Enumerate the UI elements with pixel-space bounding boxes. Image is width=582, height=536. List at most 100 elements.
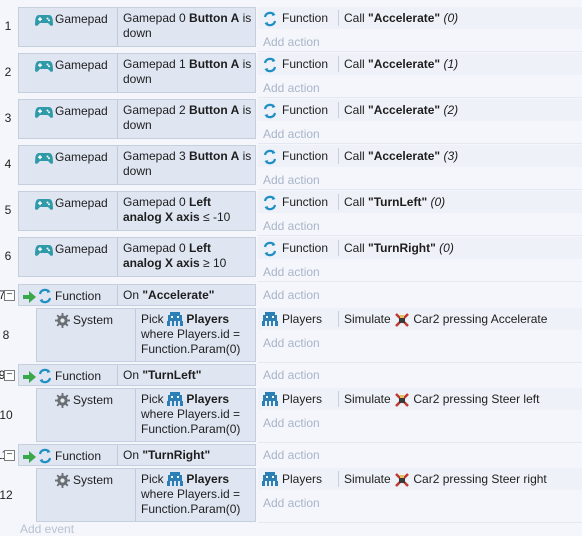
add-event-link[interactable]: Add event <box>20 522 74 536</box>
add-action-link[interactable]: Add action <box>263 81 320 95</box>
action-text: Call "Accelerate" (1) <box>344 57 459 71</box>
action-object-name: Players <box>282 312 323 326</box>
condition-object-name: Gamepad <box>55 242 108 256</box>
function-trigger-condition[interactable]: Function On "Accelerate" <box>18 284 256 306</box>
condition-text: On "Accelerate" <box>123 288 215 302</box>
condition-block[interactable]: Gamepad Gamepad 0 Left analog X axis ≥ 1… <box>18 237 256 277</box>
action-row[interactable]: Players Simulate Car2 pressing Steer lef… <box>258 388 582 410</box>
action-row[interactable]: Function Call "Accelerate" (0) <box>258 7 582 29</box>
event-row: 3 Gamepad Gamepad 2 Button A is down Fun… <box>0 99 582 144</box>
add-action-link[interactable]: Add action <box>263 173 320 187</box>
function-event: 7 − Function On "Accelerate" Add action … <box>0 284 582 364</box>
condition-text: Pick Players where Players.id = Function… <box>141 472 241 517</box>
condition-object-name: System <box>73 473 114 487</box>
add-action-link[interactable]: Add action <box>263 265 320 279</box>
function-icon <box>263 195 277 211</box>
sprite-icon <box>167 312 184 327</box>
event-row: 6 Gamepad Gamepad 0 Left analog X axis ≥… <box>0 237 582 282</box>
add-action-link[interactable]: Add action <box>263 35 320 49</box>
event-number: 3 <box>4 111 12 125</box>
condition-text: On "TurnRight" <box>123 448 211 462</box>
add-action-link[interactable]: Add action <box>263 448 320 462</box>
event-row: 1 Gamepad Gamepad 0 Button A is down Fun… <box>0 7 582 52</box>
action-text: Simulate Car2 pressing Accelerate <box>344 312 548 327</box>
condition-block[interactable]: Gamepad Gamepad 3 Button A is down <box>18 145 256 185</box>
condition-text: Gamepad 1 Button A is down <box>123 57 252 86</box>
action-text: Call "Accelerate" (0) <box>344 11 459 25</box>
function-trigger-condition[interactable]: Function On "TurnLeft" <box>18 364 256 386</box>
add-action-link[interactable]: Add action <box>263 288 320 302</box>
function-icon <box>263 103 277 119</box>
sub-event-number: 12 <box>0 488 13 502</box>
sub-event-number: 8 <box>2 328 10 342</box>
sprite-icon <box>167 472 184 487</box>
action-row[interactable]: Function Call "TurnRight" (0) <box>258 237 582 259</box>
condition-block[interactable]: Gamepad Gamepad 0 Button A is down <box>18 7 256 47</box>
condition-text: Gamepad 3 Button A is down <box>123 149 252 178</box>
action-row[interactable]: Function Call "TurnLeft" (0) <box>258 191 582 213</box>
function-event: 11 − Function On "TurnRight" Add action … <box>0 444 582 524</box>
function-icon <box>38 368 52 384</box>
function-trigger-condition[interactable]: Function On "TurnRight" <box>18 444 256 466</box>
gear-icon <box>55 393 70 409</box>
action-text: Simulate Car2 pressing Steer left <box>344 392 540 407</box>
sub-event-number: 10 <box>0 408 13 422</box>
function-icon <box>263 11 277 27</box>
action-object-name: Function <box>282 103 329 118</box>
condition-text: Gamepad 0 Left analog X axis ≤ -10 <box>123 195 231 224</box>
green-arrow-icon <box>23 290 36 303</box>
sub-event-condition[interactable]: System Pick Players where Players.id = F… <box>36 308 256 362</box>
action-text: Call "Accelerate" (2) <box>344 103 459 117</box>
gamepad-icon <box>35 14 53 26</box>
action-object-name: Function <box>282 11 329 26</box>
add-action-link[interactable]: Add action <box>263 416 320 430</box>
gamepad-icon <box>35 152 53 164</box>
condition-text: Pick Players where Players.id = Function… <box>141 312 241 357</box>
sub-event-condition[interactable]: System Pick Players where Players.id = F… <box>36 388 256 442</box>
event-number: 1 <box>4 19 12 33</box>
sprite-icon <box>262 312 278 327</box>
sprite-icon <box>262 392 278 407</box>
condition-block[interactable]: Gamepad Gamepad 1 Button A is down <box>18 53 256 93</box>
add-action-link[interactable]: Add action <box>263 368 320 382</box>
action-text: Call "Accelerate" (3) <box>344 149 459 163</box>
event-number: 6 <box>4 249 12 263</box>
action-row[interactable]: Players Simulate Car2 pressing Steer rig… <box>258 468 582 490</box>
event-row: 5 Gamepad Gamepad 0 Left analog X axis ≤… <box>0 191 582 236</box>
gamepad-icon <box>35 198 53 210</box>
collapse-toggle[interactable]: − <box>4 290 15 301</box>
green-arrow-icon <box>23 450 36 463</box>
sub-event-condition[interactable]: System Pick Players where Players.id = F… <box>36 468 256 522</box>
condition-object-name: Gamepad <box>55 150 108 164</box>
event-number: 4 <box>4 157 12 171</box>
car-behavior-icon <box>395 393 409 407</box>
function-event: 9 − Function On "TurnLeft" Add action 10… <box>0 364 582 444</box>
add-action-link[interactable]: Add action <box>263 496 320 510</box>
condition-block[interactable]: Gamepad Gamepad 2 Button A is down <box>18 99 256 139</box>
condition-object-name: Gamepad <box>55 12 108 26</box>
event-row: 2 Gamepad Gamepad 1 Button A is down Fun… <box>0 53 582 98</box>
action-object-name: Function <box>282 149 329 164</box>
action-row[interactable]: Function Call "Accelerate" (1) <box>258 53 582 75</box>
condition-object-name: Function <box>55 449 102 463</box>
sprite-icon <box>262 472 278 487</box>
action-text: Call "TurnLeft" (0) <box>344 195 446 209</box>
add-action-link[interactable]: Add action <box>263 219 320 233</box>
action-row[interactable]: Function Call "Accelerate" (3) <box>258 145 582 167</box>
function-icon <box>38 448 52 464</box>
collapse-toggle[interactable]: − <box>4 370 15 381</box>
collapse-toggle[interactable]: − <box>4 450 15 461</box>
gear-icon <box>55 473 70 489</box>
action-row[interactable]: Function Call "Accelerate" (2) <box>258 99 582 121</box>
gamepad-icon <box>35 60 53 72</box>
condition-object-name: Gamepad <box>55 104 108 118</box>
sprite-icon <box>167 392 184 407</box>
condition-text: On "TurnLeft" <box>123 368 202 382</box>
function-icon <box>38 288 52 304</box>
condition-object-name: Function <box>55 369 102 383</box>
condition-block[interactable]: Gamepad Gamepad 0 Left analog X axis ≤ -… <box>18 191 256 231</box>
condition-text: Gamepad 0 Button A is down <box>123 11 252 40</box>
add-action-link[interactable]: Add action <box>263 336 320 350</box>
action-row[interactable]: Players Simulate Car2 pressing Accelerat… <box>258 308 582 330</box>
add-action-link[interactable]: Add action <box>263 127 320 141</box>
